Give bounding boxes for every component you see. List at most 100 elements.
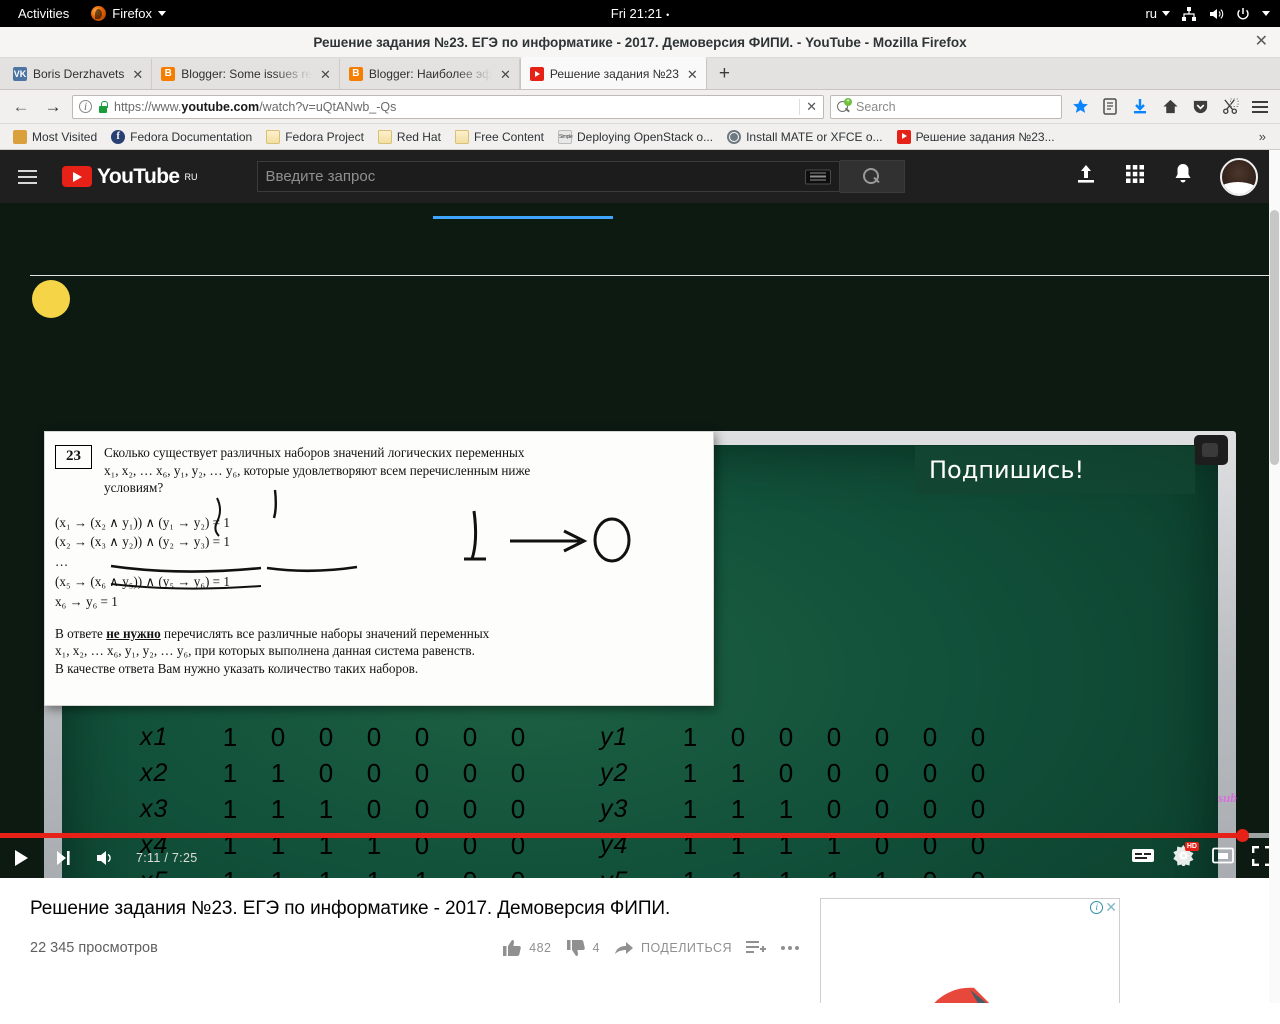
bookmark-free-content[interactable]: Free Content: [450, 128, 549, 146]
search-icon: +: [837, 97, 852, 114]
settings-button[interactable]: HD: [1173, 842, 1199, 871]
keyboard-layout-indicator[interactable]: ru: [1145, 6, 1170, 21]
back-button[interactable]: ←: [8, 94, 34, 120]
youtube-logo-text: YouTube: [97, 164, 180, 188]
chevron-down-icon[interactable]: [1262, 11, 1270, 16]
menu-icon[interactable]: [1248, 95, 1272, 119]
dislike-button[interactable]: 4: [566, 938, 600, 958]
active-tab-underline: [433, 216, 613, 219]
forward-button[interactable]: →: [40, 94, 66, 120]
clock-text: Fri 21:21: [610, 6, 663, 21]
home-icon[interactable]: [1158, 95, 1182, 119]
youtube-search-input[interactable]: Введите запрос: [256, 161, 840, 192]
youtube-search-button[interactable]: [839, 160, 905, 193]
youtube-header: YouTube RU Введите запрос: [0, 150, 1280, 203]
browser-tab-1[interactable]: VK Boris Derzhavets ✕: [4, 59, 153, 89]
cell: 0: [414, 721, 430, 752]
page-scrollbar[interactable]: [1269, 150, 1280, 1003]
avatar[interactable]: [1220, 157, 1258, 196]
task-tail-post: перечислять все различные наборы значени…: [160, 625, 490, 641]
ad-controls: i ✕: [1090, 900, 1117, 914]
bookmark-deploying-openstack[interactable]: Simple Deploying OpenStack o...: [553, 128, 718, 146]
upload-icon[interactable]: [1074, 162, 1098, 191]
share-button[interactable]: ПОДЕЛИТЬСЯ: [614, 940, 732, 956]
browser-tab-3[interactable]: B Blogger: Наиболее эф ✕: [340, 59, 520, 89]
pocket-icon[interactable]: [1188, 95, 1212, 119]
site-info-icon[interactable]: i: [79, 100, 92, 113]
play-button[interactable]: [0, 838, 42, 878]
task-tail-line3: В качестве ответа Вам нужно указать коли…: [55, 660, 419, 676]
table-row: y3 1 1 1 0 0 0 0: [600, 791, 1002, 827]
bookmark-red-hat[interactable]: Red Hat: [373, 128, 446, 146]
more-actions-button[interactable]: [780, 945, 800, 951]
tab-close-icon[interactable]: ✕: [130, 68, 143, 81]
cell: 0: [414, 757, 430, 788]
tab-close-icon[interactable]: ✕: [498, 68, 511, 81]
most-visited-icon: [13, 129, 27, 144]
network-icon[interactable]: [1181, 6, 1197, 22]
cell: 0: [510, 721, 526, 752]
table-row: y2 1 1 0 0 0 0 0: [600, 755, 1002, 791]
notifications-bell-icon[interactable]: [1172, 162, 1194, 191]
bookmark-label: Deploying OpenStack o...: [577, 129, 714, 144]
new-tab-button[interactable]: +: [707, 59, 742, 89]
bookmark-star-icon[interactable]: [1068, 95, 1092, 119]
bookmark-label: Install MATE or XFCE o...: [746, 129, 883, 144]
cell: 1: [682, 721, 698, 752]
video-player[interactable]: Подпишись! 23 Сколько существует различн…: [0, 203, 1280, 878]
ad-close-icon[interactable]: ✕: [1105, 900, 1117, 914]
window-close-button[interactable]: ✕: [1255, 34, 1268, 50]
cell: 1: [222, 757, 238, 788]
bookmarks-overflow-button[interactable]: »: [1253, 129, 1272, 144]
miniplayer-button[interactable]: [1212, 847, 1234, 869]
browser-tab-2[interactable]: B Blogger: Some issues re ✕: [152, 59, 340, 89]
bookmark-install-mate[interactable]: Install MATE or XFCE o...: [722, 128, 887, 146]
search-placeholder: Search: [856, 99, 896, 114]
downloads-icon[interactable]: [1128, 95, 1152, 119]
tab-close-icon[interactable]: ✕: [685, 68, 698, 81]
cell: 0: [922, 757, 938, 788]
next-video-button[interactable]: [42, 838, 84, 878]
blogger-icon: B: [348, 67, 363, 81]
video-action-buttons: 482 4 ПОДЕЛИТЬСЯ: [502, 938, 800, 958]
tab-close-icon[interactable]: ✕: [318, 68, 331, 81]
search-input[interactable]: + Search: [830, 94, 1062, 119]
library-icon[interactable]: [1098, 95, 1122, 119]
cell: 0: [318, 721, 334, 752]
firefox-window: Решение задания №23. ЕГЭ по информатике …: [0, 27, 1280, 1003]
browser-tab-4-active[interactable]: Решение задания №23 ✕: [519, 57, 707, 89]
volume-button[interactable]: [84, 838, 126, 878]
bookmark-most-visited[interactable]: Most Visited: [8, 128, 102, 146]
task-number: 23: [55, 445, 92, 469]
save-to-playlist-button[interactable]: [746, 940, 766, 956]
bookmark-label: Fedora Documentation: [130, 129, 253, 144]
clear-url-icon[interactable]: ✕: [799, 98, 817, 115]
comment-avatar[interactable]: [32, 280, 70, 318]
app-menu-firefox[interactable]: Firefox: [91, 6, 167, 21]
like-button[interactable]: 482: [502, 938, 551, 958]
power-icon[interactable]: [1235, 6, 1251, 22]
guide-menu-icon[interactable]: [18, 164, 44, 190]
row-label: x2: [140, 758, 169, 787]
ad-logo-icon: [934, 987, 990, 1003]
url-bar[interactable]: i https://www.youtube.com/watch?v=uQtANw…: [72, 94, 824, 119]
task-equation-ellipsis: …: [55, 554, 69, 570]
screenshot-icon[interactable]: [1218, 95, 1242, 119]
bookmark-fedora-project[interactable]: Fedora Project: [261, 128, 369, 146]
advertisement-panel[interactable]: i ✕: [820, 898, 1120, 1003]
ad-info-icon[interactable]: i: [1090, 901, 1104, 914]
virtual-keyboard-icon[interactable]: [804, 169, 831, 184]
apps-grid-icon[interactable]: [1124, 163, 1146, 190]
scrollbar-thumb[interactable]: [1270, 210, 1279, 465]
volume-icon[interactable]: [1208, 6, 1224, 22]
bookmark-fedora-documentation[interactable]: f Fedora Documentation: [106, 128, 257, 146]
activities-button[interactable]: Activities: [10, 6, 77, 21]
view-count: 22 345 просмотров: [30, 940, 158, 956]
youtube-logo[interactable]: YouTube RU: [62, 165, 198, 189]
clock[interactable]: Fri 21:21 •: [0, 6, 1280, 21]
cell: 1: [318, 793, 334, 824]
task-tail-pre: В ответе: [55, 625, 107, 641]
subtitles-button[interactable]: [1131, 847, 1155, 869]
subscribe-banner: Подпишись!: [915, 446, 1195, 494]
bookmark-reshenie-zadaniya[interactable]: Решение задания №23...: [892, 128, 1060, 146]
